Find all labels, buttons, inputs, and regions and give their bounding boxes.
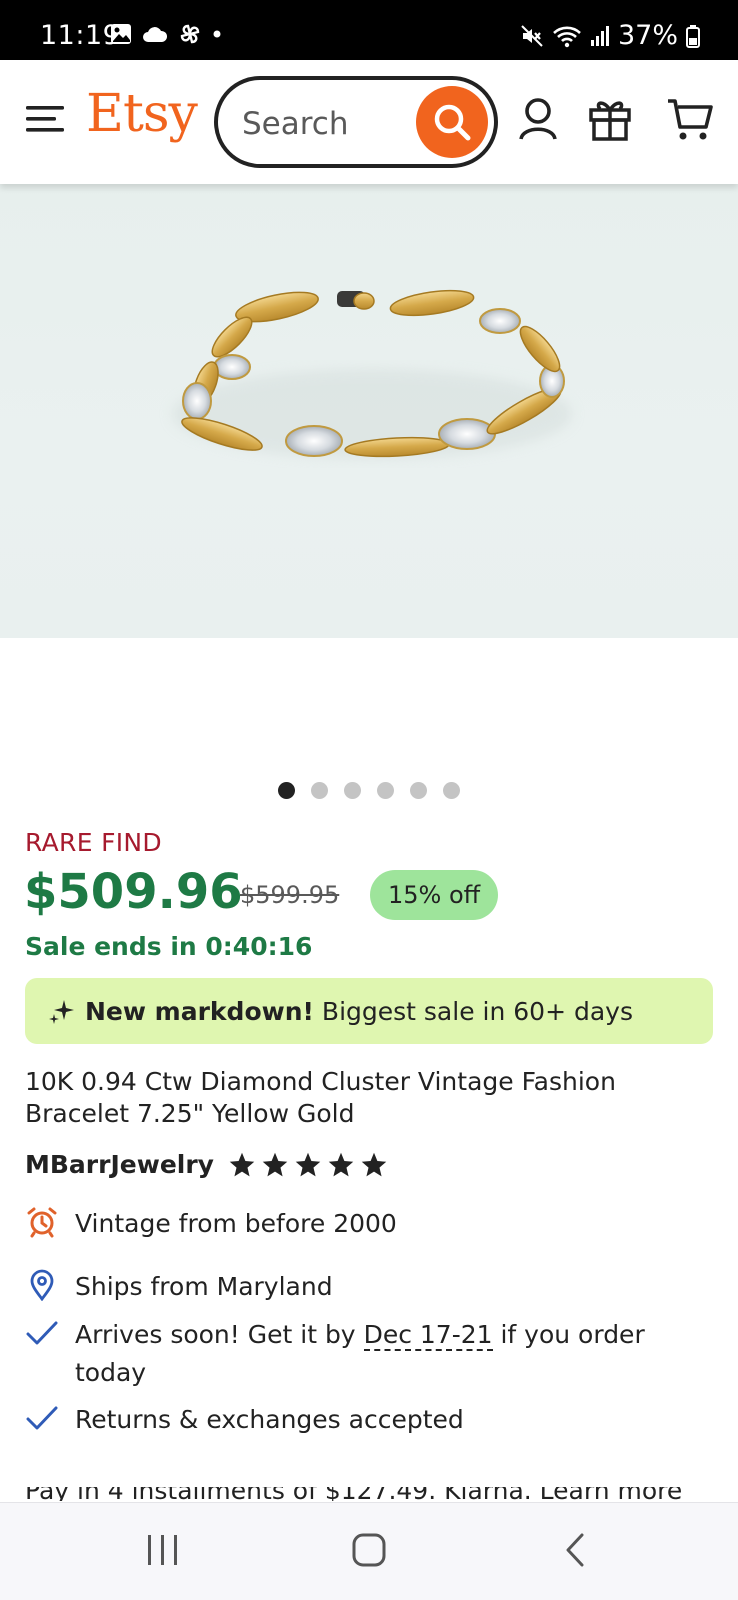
menu-button[interactable] (26, 104, 64, 134)
carousel-indicator[interactable] (0, 782, 738, 799)
markdown-title: New markdown! (85, 996, 314, 1026)
shop-rating[interactable] (228, 1151, 388, 1179)
star-icon (361, 1152, 387, 1176)
carousel-dot[interactable] (443, 782, 460, 799)
carousel-dot[interactable] (311, 782, 328, 799)
installments-row[interactable]: Pay in 4 installments of $127.49. Klarna… (25, 1487, 682, 1501)
checkmark-icon (25, 1401, 59, 1435)
back-icon (566, 1533, 584, 1567)
star-icon (295, 1152, 321, 1176)
bracelet-image (172, 289, 572, 459)
shop-name-link[interactable]: MBarrJewelry (25, 1150, 214, 1179)
battery-icon (686, 24, 700, 48)
installments-text: Pay in 4 installments of $127.49. Klarna… (25, 1487, 682, 1501)
carousel-dot[interactable] (410, 782, 427, 799)
signal-icon (590, 25, 609, 46)
app-header: Etsy (0, 60, 738, 184)
search-button[interactable] (416, 86, 488, 158)
user-icon (519, 98, 557, 140)
status-time: 11:19 (40, 20, 121, 51)
original-price: $599.95 (240, 881, 340, 909)
carousel-dot[interactable] (377, 782, 394, 799)
carousel-dot[interactable] (278, 782, 295, 799)
search-input[interactable] (242, 104, 402, 144)
system-nav-bar (0, 1502, 738, 1600)
rare-find-badge: RARE FIND (25, 828, 162, 857)
home-icon (352, 1533, 386, 1567)
feature-vintage: Vintage from before 2000 (25, 1205, 397, 1243)
shop-row: MBarrJewelry (25, 1150, 388, 1179)
delivery-date-link[interactable]: Dec 17-21 (363, 1320, 493, 1351)
account-button[interactable] (518, 96, 558, 146)
etsy-logo[interactable]: Etsy (86, 84, 198, 144)
location-pin-icon (25, 1268, 59, 1302)
star-icon (328, 1152, 354, 1176)
feature-ships-from: Ships from Maryland (25, 1268, 333, 1306)
feature-returns: Returns & exchanges accepted (25, 1401, 464, 1439)
sparkle-icon (49, 1000, 74, 1024)
gallery-icon (111, 24, 131, 44)
pinwheel-icon (180, 24, 200, 44)
recent-apps-icon (148, 1535, 177, 1565)
cart-icon (668, 99, 713, 140)
markdown-banner: New markdown! Biggest sale in 60+ days (25, 978, 713, 1044)
recent-apps-button[interactable] (146, 1533, 180, 1571)
back-button[interactable] (564, 1533, 586, 1571)
gifts-button[interactable] (588, 96, 632, 146)
cloud-icon (143, 27, 168, 42)
feature-text: Vintage from before 2000 (75, 1209, 397, 1238)
feature-arrival: Arrives soon! Get it by Dec 17-21 if you… (25, 1316, 715, 1392)
battery-percent: 37% (617, 20, 678, 51)
hamburger-icon (26, 106, 64, 132)
carousel-dot[interactable] (344, 782, 361, 799)
product-image[interactable] (0, 184, 738, 638)
gift-icon (589, 101, 631, 141)
markdown-text: Biggest sale in 60+ days (321, 996, 633, 1026)
listing-title: 10K 0.94 Ctw Diamond Cluster Vintage Fas… (25, 1067, 616, 1128)
search-icon (434, 104, 471, 141)
home-button[interactable] (352, 1533, 386, 1571)
search-bar[interactable] (214, 76, 498, 168)
status-bar: 11:19 37% (0, 0, 738, 60)
alarm-clock-icon (25, 1205, 59, 1239)
feature-text: Returns & exchanges accepted (75, 1405, 464, 1434)
checkmark-icon (25, 1316, 59, 1350)
star-icon (262, 1152, 288, 1176)
feature-text: Arrives soon! Get it by Dec 17-21 if you… (75, 1320, 645, 1387)
wifi-icon (553, 26, 581, 47)
star-icon (229, 1152, 255, 1176)
sale-price: $509.96 (24, 864, 243, 920)
notification-dot-icon (213, 30, 221, 38)
sale-countdown: Sale ends in 0:40:16 (25, 932, 313, 961)
cart-button[interactable] (666, 96, 714, 146)
feature-text: Ships from Maryland (75, 1272, 333, 1301)
discount-badge: 15% off (370, 870, 499, 920)
mute-icon (521, 24, 543, 47)
